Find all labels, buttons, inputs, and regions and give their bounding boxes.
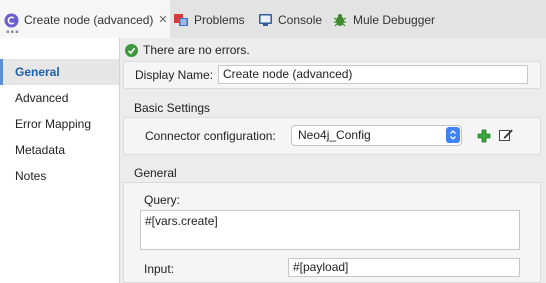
input-label: Input:: [144, 262, 175, 276]
basic-settings-card: Connector configuration: Neo4j_Config: [123, 117, 541, 155]
editor-tab-bar: Create node (advanced) ✕ ▪▪▪ Problems Co…: [0, 0, 546, 38]
problems-icon: [173, 13, 189, 27]
connector-configuration-value: Neo4j_Config: [298, 128, 371, 142]
select-arrows-icon: [446, 127, 460, 143]
console-icon: [258, 13, 273, 27]
display-name-input[interactable]: Create node (advanced): [218, 65, 528, 84]
sidebar-item-notes[interactable]: Notes: [0, 163, 119, 189]
edit-config-icon[interactable]: [498, 127, 514, 143]
status-text: There are no errors.: [143, 43, 250, 57]
sidebar-item-advanced[interactable]: Advanced: [0, 85, 119, 111]
tab-create-node-advanced[interactable]: Create node (advanced) ✕: [0, 0, 170, 38]
tab-label: Console: [278, 13, 323, 27]
add-config-icon[interactable]: [476, 128, 492, 144]
display-name-card: Display Name: Create node (advanced): [123, 61, 541, 89]
tab-label: Create node (advanced): [24, 13, 154, 27]
tab-mule-debugger[interactable]: Mule Debugger: [332, 0, 435, 38]
general-section-card: Query: #[vars.create] Input: #[payload]: [123, 182, 541, 283]
debugger-bug-icon: [332, 13, 348, 27]
properties-main-panel: There are no errors. Display Name: Creat…: [120, 38, 546, 283]
sidebar-item-metadata[interactable]: Metadata: [0, 137, 119, 163]
query-label: Query:: [144, 193, 181, 207]
tab-problems[interactable]: Problems: [173, 0, 245, 38]
connector-configuration-label: Connector configuration:: [145, 129, 276, 143]
connector-configuration-select[interactable]: Neo4j_Config: [291, 125, 462, 146]
properties-sidebar: General Advanced Error Mapping Metadata …: [0, 38, 120, 283]
tab-label: Problems: [194, 13, 245, 27]
check-circle-icon: [125, 43, 138, 57]
tab-console[interactable]: Console: [258, 0, 322, 38]
tab-label: Mule Debugger: [353, 13, 436, 27]
sidebar-item-general[interactable]: General: [0, 59, 119, 85]
general-section-title: General: [134, 166, 177, 180]
display-name-label: Display Name:: [135, 68, 214, 82]
validation-status: There are no errors.: [125, 41, 250, 59]
input-field[interactable]: #[payload]: [288, 258, 520, 277]
sidebar-item-error-mapping[interactable]: Error Mapping: [0, 111, 119, 137]
basic-settings-title: Basic Settings: [134, 101, 211, 115]
tab-overflow-indicator: ▪▪▪: [6, 27, 20, 38]
query-textarea[interactable]: #[vars.create]: [140, 210, 520, 250]
mule-component-icon: [4, 13, 19, 28]
close-icon[interactable]: ✕: [158, 13, 167, 27]
